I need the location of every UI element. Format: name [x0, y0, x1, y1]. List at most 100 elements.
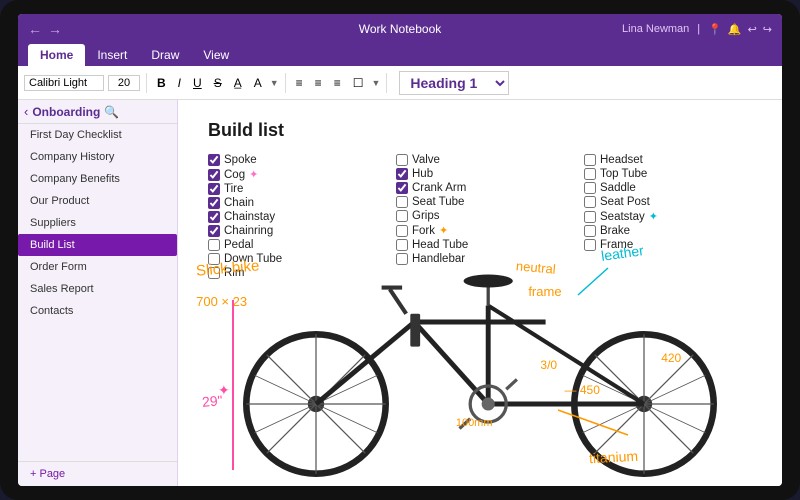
check-chainstay: Chainstay [208, 210, 376, 224]
italic-button[interactable]: I [174, 74, 185, 92]
check-fork-input[interactable] [396, 225, 408, 237]
check-spoke-input[interactable] [208, 154, 220, 166]
title-icons: 📍 🔔 ↩ ↪ [708, 23, 772, 36]
sidebar-item-first-day[interactable]: First Day Checklist [18, 124, 177, 146]
checklist-button[interactable]: ☐ [349, 74, 368, 92]
check-chainring: Chainring [208, 224, 376, 238]
check-grips-input[interactable] [396, 210, 408, 222]
check-tire: Tire [208, 182, 376, 196]
undo-icon[interactable]: ↩ [748, 23, 757, 36]
check-chainring-input[interactable] [208, 225, 220, 237]
divider-1 [146, 73, 147, 93]
sidebar-item-suppliers[interactable]: Suppliers [18, 212, 177, 234]
check-cog: Cog ✦ [208, 167, 376, 182]
search-icon[interactable]: 🔍 [104, 105, 119, 119]
page-content: Build list Spoke Cog ✦ [178, 100, 782, 486]
check-headset-input[interactable] [584, 154, 596, 166]
check-chain-input[interactable] [208, 197, 220, 209]
bike-svg [178, 240, 782, 486]
seatstay-star-icon: ✦ [649, 210, 658, 223]
ribbon-tabs: Home Insert Draw View [18, 44, 782, 66]
back-arrow[interactable]: ← [28, 21, 42, 37]
check-chainring-label: Chainring [224, 225, 273, 237]
heading-select[interactable]: Heading 1 [399, 71, 509, 95]
bold-button[interactable]: B [153, 74, 170, 92]
fork-star-icon: ✦ [439, 224, 448, 237]
sidebar-search-area: ‹ Onboarding 🔍 [18, 100, 177, 124]
bike-illustration-area: Slick bike 700 × 23 29" neutral frame le… [178, 240, 782, 486]
check-saddle-input[interactable] [584, 182, 596, 194]
tab-view[interactable]: View [191, 44, 241, 66]
list-chevron: ▼ [371, 78, 380, 88]
check-seatstay: Seatstay ✦ [584, 209, 752, 224]
check-fork-label: Fork [412, 225, 435, 237]
check-saddle: Saddle [584, 181, 752, 195]
bullet-list-button[interactable]: ≡ [292, 74, 307, 92]
check-hub: Hub [396, 167, 564, 181]
check-brake-label: Brake [600, 225, 630, 237]
check-cog-input[interactable] [208, 169, 220, 181]
check-top-tube-input[interactable] [584, 168, 596, 180]
title-right-area: Lina Newman | 📍 🔔 ↩ ↪ [622, 23, 772, 36]
check-spoke: Spoke [208, 153, 376, 167]
check-seat-tube-input[interactable] [396, 196, 408, 208]
tab-home[interactable]: Home [28, 44, 85, 66]
tab-draw[interactable]: Draw [139, 44, 191, 66]
check-seatstay-input[interactable] [584, 211, 596, 223]
redo-icon[interactable]: ↪ [763, 23, 772, 36]
check-valve: Valve [396, 153, 564, 167]
numbered-list-button[interactable]: ≡ [311, 74, 326, 92]
notebook-title: Work Notebook [359, 22, 441, 36]
check-brake-input[interactable] [584, 225, 596, 237]
notebook-section-label: Onboarding [32, 105, 100, 119]
check-hub-label: Hub [412, 168, 433, 180]
sidebar-item-sales-report[interactable]: Sales Report [18, 278, 177, 300]
check-grips-label: Grips [412, 210, 439, 222]
indent-button[interactable]: ≡ [330, 74, 345, 92]
check-top-tube-label: Top Tube [600, 168, 647, 180]
check-seat-post: Seat Post [584, 195, 752, 209]
check-chain: Chain [208, 196, 376, 210]
check-cog-label: Cog [224, 169, 245, 181]
notification-icon[interactable]: 🔔 [728, 23, 742, 36]
check-seat-post-input[interactable] [584, 196, 596, 208]
sidebar-item-our-product[interactable]: Our Product [18, 190, 177, 212]
check-valve-input[interactable] [396, 154, 408, 166]
font-color-chevron: ▼ [270, 78, 279, 88]
tab-insert[interactable]: Insert [85, 44, 139, 66]
check-grips: Grips [396, 209, 564, 223]
sidebar-item-company-benefits[interactable]: Company Benefits [18, 168, 177, 190]
font-name-input[interactable] [24, 75, 104, 91]
cog-star-icon: ✦ [249, 168, 258, 181]
sidebar-back-icon[interactable]: ‹ [24, 104, 28, 119]
check-chainstay-input[interactable] [208, 211, 220, 223]
check-crank-arm: Crank Arm [396, 181, 564, 195]
sidebar-item-contacts[interactable]: Contacts [18, 300, 177, 322]
check-tire-label: Tire [224, 183, 243, 195]
screen: ← → Work Notebook Lina Newman | 📍 🔔 ↩ ↪ … [18, 14, 782, 486]
check-hub-input[interactable] [396, 168, 408, 180]
check-fork: Fork ✦ [396, 223, 564, 238]
strikethrough-button[interactable]: S [210, 74, 226, 92]
font-color-button[interactable]: A [250, 74, 266, 92]
title-bar-left: ← → [28, 21, 62, 37]
add-page-button[interactable]: + Page [18, 461, 177, 486]
highlight-button[interactable]: A̲ [230, 74, 246, 92]
main-content: ‹ Onboarding 🔍 First Day Checklist Compa… [18, 100, 782, 486]
sidebar-item-build-list[interactable]: Build List [18, 234, 177, 256]
check-tire-input[interactable] [208, 183, 220, 195]
device-frame: ← → Work Notebook Lina Newman | 📍 🔔 ↩ ↪ … [0, 0, 800, 500]
sidebar-item-company-history[interactable]: Company History [18, 146, 177, 168]
font-size-input[interactable] [108, 75, 140, 91]
page-title: Build list [208, 120, 752, 141]
location-icon[interactable]: 📍 [708, 23, 722, 36]
divider-2 [285, 73, 286, 93]
check-crank-arm-label: Crank Arm [412, 182, 466, 194]
check-crank-arm-input[interactable] [396, 182, 408, 194]
check-chain-label: Chain [224, 197, 254, 209]
check-spoke-label: Spoke [224, 154, 257, 166]
forward-arrow[interactable]: → [48, 21, 62, 37]
check-saddle-label: Saddle [600, 182, 636, 194]
underline-button[interactable]: U [189, 74, 206, 92]
sidebar-item-order-form[interactable]: Order Form [18, 256, 177, 278]
